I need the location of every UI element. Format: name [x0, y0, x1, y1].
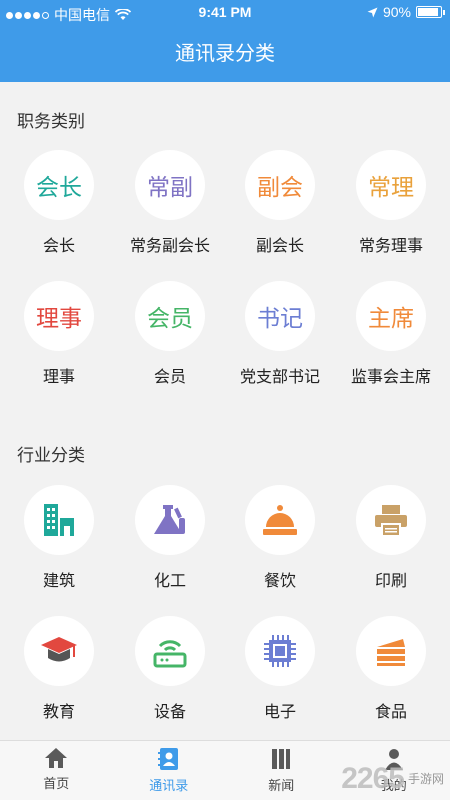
industry-item[interactable]: 设备: [114, 616, 226, 722]
watermark-text: 手游网: [407, 772, 444, 786]
section-title-positions: 职务类别: [17, 112, 85, 131]
battery-percent: 90%: [382, 4, 411, 20]
tab-home[interactable]: 首页: [0, 741, 113, 800]
tab-label: 首页: [43, 776, 70, 791]
router-icon: [153, 640, 187, 668]
position-badge: 会长: [24, 150, 94, 220]
location-arrow-icon: [367, 7, 378, 17]
industry-item[interactable]: 化工: [114, 485, 226, 591]
position-badge: 书记: [245, 281, 315, 351]
position-item[interactable]: 副会 副会长: [224, 150, 336, 256]
position-badge: 理事: [24, 281, 94, 351]
position-badge: 副会: [245, 150, 315, 220]
industry-label: 建筑: [42, 573, 75, 590]
position-badge: 会员: [135, 281, 205, 351]
section-title-industries: 行业分类: [17, 446, 85, 465]
position-item[interactable]: 常副 常务副会长: [114, 150, 226, 256]
position-item[interactable]: 理事 理事: [3, 281, 115, 387]
position-badge: 常理: [356, 150, 426, 220]
industry-label: 餐饮: [263, 573, 296, 590]
status-bar: 中国电信 9:41 PM 90%: [0, 0, 450, 26]
watermark-number: 2265: [341, 762, 405, 795]
industry-item[interactable]: 食品: [335, 616, 447, 722]
food-dome-icon: [263, 505, 297, 535]
industry-label: 食品: [374, 704, 407, 721]
industry-label: 教育: [42, 704, 75, 721]
contacts-icon: [157, 748, 178, 770]
page-title: 通讯录分类: [175, 43, 275, 65]
industry-label: 电子: [263, 704, 296, 721]
chip-icon: [264, 635, 296, 667]
graduation-cap-icon: [41, 637, 77, 662]
tab-contacts[interactable]: 通讯录: [113, 741, 226, 800]
industry-item[interactable]: 餐饮: [224, 485, 336, 591]
industry-label: 印刷: [374, 573, 407, 590]
position-badge: 常副: [135, 150, 205, 220]
cake-icon: [377, 639, 405, 666]
industry-item[interactable]: 教育: [3, 616, 115, 722]
printer-icon: [375, 505, 407, 535]
position-item[interactable]: 常理 常务理事: [335, 150, 447, 256]
position-label: 副会长: [255, 238, 304, 255]
position-label: 常务理事: [358, 238, 423, 255]
position-item[interactable]: 主席 监事会主席: [335, 281, 447, 387]
industry-item[interactable]: 建筑: [3, 485, 115, 591]
watermark-logo: 2265 手游网: [341, 762, 444, 796]
position-item[interactable]: 会员 会员: [114, 281, 226, 387]
position-label: 常务副会长: [129, 238, 210, 255]
industry-label: 化工: [153, 573, 186, 590]
position-label: 监事会主席: [350, 369, 431, 386]
building-icon: [44, 504, 74, 536]
position-label: 会长: [42, 238, 75, 255]
flask-icon: [154, 505, 185, 534]
home-icon: [45, 748, 68, 768]
position-label: 党支部书记: [239, 369, 320, 386]
tab-label: 新闻: [268, 778, 295, 793]
position-item[interactable]: 会长 会长: [3, 150, 115, 256]
position-item[interactable]: 书记 党支部书记: [224, 281, 336, 387]
position-badge: 主席: [356, 281, 426, 351]
battery-icon: [416, 6, 445, 18]
news-icon: [272, 749, 291, 769]
industry-item[interactable]: 印刷: [335, 485, 447, 591]
nav-bar: 通讯录分类: [0, 26, 450, 82]
industry-item[interactable]: 电子: [224, 616, 336, 722]
tab-label: 通讯录: [149, 778, 189, 793]
position-label: 会员: [153, 369, 186, 386]
position-label: 理事: [42, 369, 75, 386]
tab-news[interactable]: 新闻: [225, 741, 338, 800]
industry-label: 设备: [153, 704, 186, 721]
